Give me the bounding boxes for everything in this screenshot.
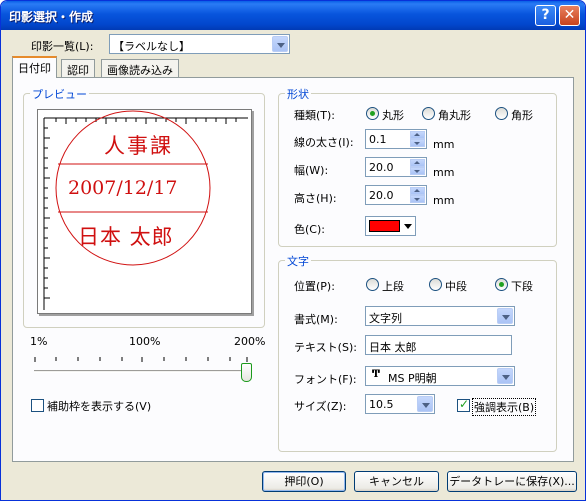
format-select[interactable]: 文字列	[365, 306, 515, 326]
text-label: テキスト(S):	[294, 341, 357, 354]
shape-rounded-square-radio[interactable]	[422, 107, 435, 120]
line-width-value: 0.1	[369, 133, 387, 146]
color-label: 色(C):	[294, 223, 325, 236]
position-bottom-radio[interactable]	[495, 278, 508, 291]
font-select[interactable]: Ͳ MS P明朝	[365, 366, 515, 386]
shape-square-radio[interactable]	[495, 107, 508, 120]
stamp-button[interactable]: 押印(O)	[262, 471, 346, 492]
show-guides-checkbox[interactable]	[31, 399, 44, 412]
title-bar: 印影選択・作成 ? ✕	[1, 1, 585, 30]
seal-list-select[interactable]: 【ラベルなし】	[109, 34, 290, 54]
emphasis-checkbox[interactable]	[457, 397, 470, 412]
width-spinner[interactable]	[410, 159, 425, 175]
dialog-window: 印影選択・作成 ? ✕ 印影一覧(L): 【ラベルなし】 日付印 認印 画像読み…	[0, 0, 586, 501]
color-picker-button[interactable]	[365, 216, 416, 236]
position-bottom-label: 下段	[511, 280, 533, 293]
line-width-unit: mm	[433, 138, 455, 151]
text-input[interactable]: 日本 太郎	[365, 335, 512, 355]
width-label: 幅(W):	[294, 164, 329, 177]
chevron-down-icon	[417, 396, 433, 412]
size-value: 10.5	[369, 398, 394, 411]
close-button[interactable]: ✕	[559, 5, 580, 26]
position-middle-label: 中段	[445, 280, 467, 293]
line-width-input[interactable]: 0.1	[365, 129, 427, 149]
text-group-title: 文字	[285, 253, 311, 269]
tab-approval-seal[interactable]: 認印	[61, 59, 95, 77]
shape-type-label: 種類(T):	[294, 109, 336, 122]
truetype-icon: Ͳ	[372, 369, 381, 380]
preview-canvas: 人事課 2007/12/17 日本 太郎	[37, 109, 252, 314]
seal-list-value: 【ラベルなし】	[113, 40, 190, 53]
width-input[interactable]: 20.0	[365, 157, 427, 177]
zoom-max-label: 200%	[234, 335, 266, 348]
cancel-button[interactable]: キャンセル	[354, 471, 439, 492]
height-value: 20.0	[369, 189, 394, 202]
shape-round-label: 丸形	[382, 109, 404, 122]
emphasis-label: 強調表示(B)	[472, 398, 537, 416]
close-icon: ✕	[563, 7, 576, 23]
width-value: 20.0	[369, 161, 394, 174]
format-value: 文字列	[369, 312, 402, 325]
format-label: 書式(M):	[294, 313, 338, 326]
font-value: MS P明朝	[388, 372, 437, 385]
color-swatch	[369, 220, 400, 232]
chevron-down-icon	[497, 368, 513, 384]
position-middle-radio[interactable]	[429, 278, 442, 291]
height-input[interactable]: 20.0	[365, 185, 427, 205]
tab-date-seal[interactable]: 日付印	[12, 56, 57, 78]
shape-rounded-square-label: 角丸形	[438, 109, 471, 122]
tab-image-import[interactable]: 画像読み込み	[101, 59, 179, 77]
height-unit: mm	[433, 194, 455, 207]
shape-square-label: 角形	[511, 109, 533, 122]
window-title: 印影選択・作成	[9, 10, 94, 24]
shape-group-title: 形状	[285, 86, 311, 102]
seal-date-text: 2007/12/17	[68, 177, 178, 199]
show-guides-label: 補助枠を表示する(V)	[47, 400, 152, 413]
position-label: 位置(P):	[294, 280, 335, 293]
zoom-slider-ticks	[34, 353, 249, 362]
position-top-label: 上段	[382, 280, 404, 293]
font-label: フォント(F):	[294, 373, 357, 386]
seal-top-text: 人事課	[104, 134, 173, 158]
line-width-spinner[interactable]	[410, 131, 425, 147]
height-label: 高さ(H):	[294, 192, 337, 205]
zoom-min-label: 1%	[30, 335, 48, 348]
chevron-down-icon	[272, 36, 288, 52]
zoom-mid-label: 100%	[129, 335, 161, 348]
save-to-tray-button[interactable]: データトレーに保存(X)...	[447, 471, 577, 492]
position-top-radio[interactable]	[366, 278, 379, 291]
seal-name-text: 日本 太郎	[78, 225, 174, 249]
shape-round-radio[interactable]	[366, 107, 379, 120]
width-unit: mm	[433, 166, 455, 179]
chevron-down-icon	[497, 308, 513, 324]
help-button[interactable]: ?	[535, 5, 556, 26]
size-label: サイズ(Z):	[294, 400, 347, 413]
size-select[interactable]: 10.5	[365, 394, 435, 414]
seal-list-label: 印影一覧(L):	[31, 40, 94, 53]
line-width-label: 線の太さ(I):	[294, 136, 354, 149]
height-spinner[interactable]	[410, 187, 425, 203]
zoom-slider-track[interactable]	[34, 370, 250, 373]
preview-group-title: プレビュー	[30, 86, 89, 102]
text-value: 日本 太郎	[369, 341, 417, 354]
zoom-slider-thumb[interactable]	[241, 363, 252, 382]
chevron-down-icon	[404, 224, 412, 229]
